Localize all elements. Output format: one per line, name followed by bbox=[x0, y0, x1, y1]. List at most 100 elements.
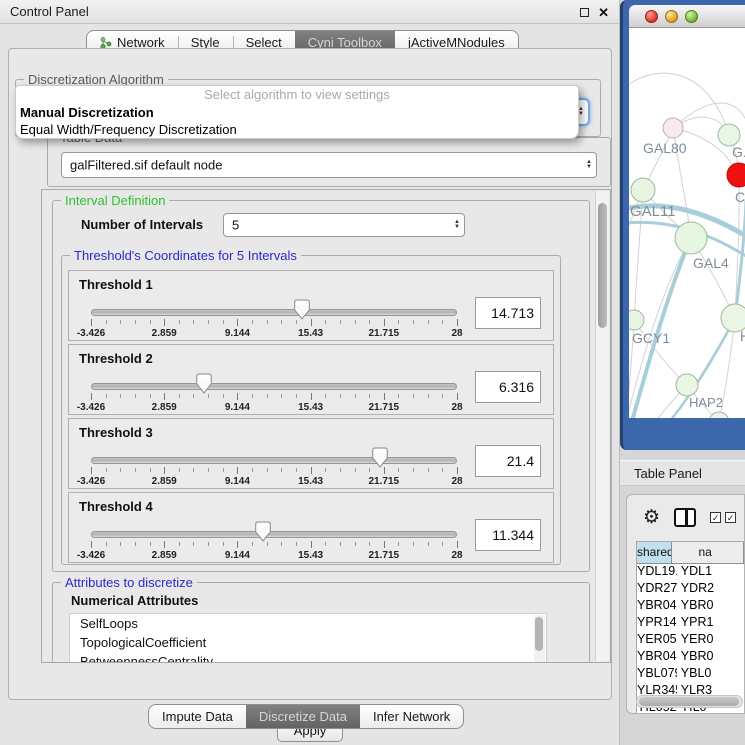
attribute-list-item[interactable]: TopologicalCoefficient bbox=[70, 633, 546, 652]
threshold-value-input[interactable]: 14.713 bbox=[475, 297, 541, 329]
close-traffic-light-icon[interactable] bbox=[645, 10, 658, 23]
table-row[interactable]: YBL079WYBL0 bbox=[637, 666, 744, 683]
table-cell[interactable]: YBR043C bbox=[637, 598, 677, 615]
table-data-combobox[interactable]: galFiltered.sif default node ▲▼ bbox=[61, 152, 597, 178]
threshold-slider[interactable]: -3.4262.8599.14415.4321.71528 bbox=[91, 455, 457, 487]
cyni-mode-tabbar: Impute Data Discretize Data Infer Network bbox=[148, 704, 464, 729]
attribute-list-item[interactable]: BetweennessCentrality bbox=[70, 652, 546, 663]
control-panel-window: Control Panel ✕ NetworkStyleSelectCyni T… bbox=[0, 0, 620, 745]
attributes-list-scrollbar[interactable] bbox=[534, 615, 545, 663]
slider-tick-label: 9.144 bbox=[225, 328, 250, 339]
slider-handle[interactable] bbox=[255, 521, 271, 547]
network-node[interactable] bbox=[718, 124, 740, 146]
slider-tick bbox=[179, 394, 180, 398]
network-edge[interactable] bbox=[735, 200, 745, 318]
dropdown-option-manual[interactable]: Manual Discretization bbox=[16, 104, 578, 121]
table-cell[interactable]: YBR0 bbox=[677, 598, 744, 615]
attribute-list-item[interactable]: SelfLoops bbox=[70, 614, 546, 633]
table-panel-window: ⚙ ✓ ✓ shared...naYDL19...YDL1YDR27...YDR… bbox=[626, 494, 745, 714]
network-canvas[interactable]: GAL80G.CGAL11GAL4GCY1HHAP2 bbox=[629, 28, 745, 418]
checkbox-checked-icon[interactable]: ✓ bbox=[725, 512, 736, 523]
close-icon[interactable]: ✕ bbox=[598, 6, 609, 19]
mode-tab-discretize-data[interactable]: Discretize Data bbox=[246, 705, 360, 728]
table-row[interactable]: YER054CYER0 bbox=[637, 632, 744, 649]
threshold-value-input[interactable]: 6.316 bbox=[475, 371, 541, 403]
slider-tick bbox=[267, 320, 268, 324]
table-cell[interactable]: YER0 bbox=[677, 632, 744, 649]
threshold-value-input[interactable]: 11.344 bbox=[475, 519, 541, 551]
column-header[interactable]: shared... bbox=[637, 542, 672, 564]
table-horizontal-scrollbar[interactable] bbox=[636, 695, 743, 708]
dropdown-option-equal-width[interactable]: Equal Width/Frequency Discretization bbox=[16, 121, 578, 138]
slider-tick bbox=[398, 542, 399, 546]
table-cell[interactable]: YDR27... bbox=[637, 581, 677, 598]
slider-tick bbox=[442, 468, 443, 472]
threshold-value-input[interactable]: 21.4 bbox=[475, 445, 541, 477]
network-node[interactable] bbox=[675, 222, 707, 254]
minimize-traffic-light-icon[interactable] bbox=[665, 10, 678, 23]
slider-handle[interactable] bbox=[196, 373, 212, 399]
table-cell[interactable]: YBR045C bbox=[637, 649, 677, 666]
network-node[interactable] bbox=[629, 310, 644, 330]
slider-track[interactable] bbox=[91, 531, 457, 538]
threshold-panel: Threshold 4-3.4262.8599.14415.4321.71528… bbox=[68, 492, 554, 563]
network-node[interactable] bbox=[663, 118, 683, 138]
number-of-intervals-combobox[interactable]: 5 ▲▼ bbox=[223, 213, 465, 237]
slider-tick bbox=[164, 319, 165, 326]
gear-icon[interactable]: ⚙ bbox=[643, 508, 660, 527]
slider-handle[interactable] bbox=[372, 447, 388, 473]
table-cell[interactable]: YDR2 bbox=[677, 581, 744, 598]
slider-tick bbox=[311, 467, 312, 474]
combo-stepper-icon[interactable]: ▲▼ bbox=[454, 220, 460, 230]
network-node[interactable] bbox=[631, 178, 655, 202]
zoom-traffic-light-icon[interactable] bbox=[685, 10, 698, 23]
slider-track[interactable] bbox=[91, 457, 457, 464]
network-node[interactable] bbox=[676, 374, 698, 396]
table-row[interactable]: YDR27...YDR2 bbox=[637, 581, 744, 598]
slider-handle[interactable] bbox=[294, 299, 310, 325]
table-cell[interactable]: YBL079W bbox=[637, 666, 677, 683]
slider-track[interactable] bbox=[91, 383, 457, 390]
mode-tab-infer-network[interactable]: Infer Network bbox=[360, 705, 463, 728]
interval-definition-group: Interval Definition Number of Intervals … bbox=[52, 200, 590, 572]
checkbox-checked-icon[interactable]: ✓ bbox=[710, 512, 721, 523]
table-cell[interactable]: YER054C bbox=[637, 632, 677, 649]
slider-tick bbox=[179, 320, 180, 324]
table-cell[interactable]: YDL19... bbox=[637, 564, 677, 581]
slider-tick-label: 15.43 bbox=[298, 328, 323, 339]
scrollbar-thumb[interactable] bbox=[598, 203, 607, 328]
slider-tick bbox=[120, 394, 121, 398]
tab-label: Discretize Data bbox=[259, 709, 347, 724]
table-cell[interactable]: YBR0 bbox=[677, 649, 744, 666]
table-cell[interactable]: YPR145W bbox=[637, 615, 677, 632]
table-row[interactable]: YPR145WYPR1 bbox=[637, 615, 744, 632]
table-cell[interactable]: YPR1 bbox=[677, 615, 744, 632]
number-of-intervals-value: 5 bbox=[232, 218, 239, 233]
network-node[interactable] bbox=[709, 412, 729, 418]
slider-tick bbox=[311, 393, 312, 400]
mode-tab-impute-data[interactable]: Impute Data bbox=[149, 705, 246, 728]
table-row[interactable]: YDL19...YDL1 bbox=[637, 564, 744, 581]
table-row[interactable]: YBR045CYBR0 bbox=[637, 649, 744, 666]
slider-tick bbox=[457, 467, 458, 474]
table-cell[interactable]: YDL1 bbox=[677, 564, 744, 581]
settings-vertical-scrollbar[interactable] bbox=[595, 191, 609, 661]
column-header[interactable]: na bbox=[672, 542, 744, 564]
float-window-icon[interactable] bbox=[580, 8, 589, 17]
combo-stepper-icon[interactable]: ▲▼ bbox=[586, 160, 592, 170]
slider-tick bbox=[384, 319, 385, 326]
slider-tick bbox=[237, 541, 238, 548]
threshold-slider[interactable]: -3.4262.8599.14415.4321.71528 bbox=[91, 529, 457, 561]
cyni-toolbox-panel: Discretization Algorithm ▲▼ Select algor… bbox=[8, 48, 612, 700]
slider-tick bbox=[150, 542, 151, 546]
slider-track[interactable] bbox=[91, 309, 457, 316]
scrollbar-thumb[interactable] bbox=[639, 697, 739, 706]
columns-icon[interactable] bbox=[674, 508, 696, 527]
threshold-slider[interactable]: -3.4262.8599.14415.4321.71528 bbox=[91, 381, 457, 413]
network-node[interactable] bbox=[727, 163, 745, 187]
network-edge[interactable] bbox=[673, 103, 745, 128]
table-cell[interactable]: YBL0 bbox=[677, 666, 744, 683]
threshold-slider[interactable]: -3.4262.8599.14415.4321.71528 bbox=[91, 307, 457, 339]
table-row[interactable]: YBR043CYBR0 bbox=[637, 598, 744, 615]
slider-tick bbox=[223, 542, 224, 546]
